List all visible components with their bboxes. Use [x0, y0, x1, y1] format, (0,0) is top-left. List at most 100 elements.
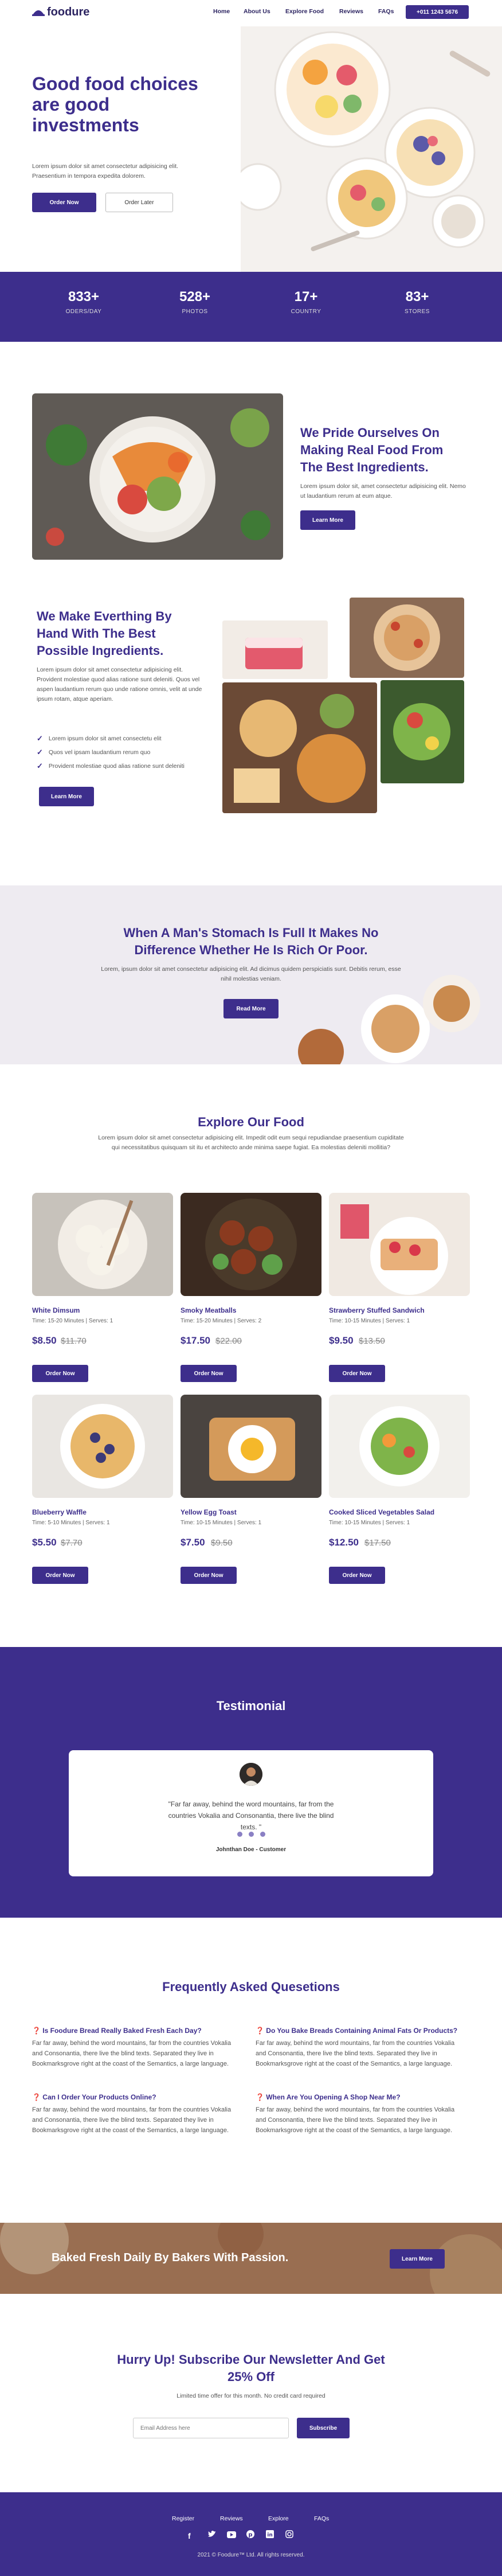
- nav-faqs[interactable]: FAQs: [378, 8, 394, 15]
- carousel-dot-3[interactable]: [249, 1832, 254, 1837]
- faq-question-2-text: Do You Bake Breads Containing Animal Fat…: [266, 2027, 458, 2035]
- subscribe-button[interactable]: Subscribe: [297, 2418, 350, 2438]
- food-oldprice-blueberry-waffle: $7.70: [61, 1538, 83, 1548]
- faq-answer-4: Far far away, behind the word mountains,…: [256, 2106, 455, 2134]
- check-item-3: ✓ Provident molestiae quod alias ratione …: [37, 762, 185, 771]
- pride-title-line3: The Best Ingredients.: [300, 460, 429, 474]
- site-header: foodure Home About Us Explore Food Revie…: [0, 0, 502, 26]
- check-label-2: Quos vel ipsam laudantium rerum quo: [48, 749, 151, 756]
- logo-icon[interactable]: [32, 7, 45, 19]
- food-price-blueberry-waffle: $5.50: [32, 1537, 57, 1548]
- banner-text: Baked Fresh Daily By Bakers With Passion…: [52, 2251, 289, 2264]
- food-price-yellow-egg-toast: $7.50: [181, 1537, 205, 1548]
- site-footer: Register Reviews Explore FAQs f p in 202…: [0, 2492, 502, 2576]
- faq-question-4[interactable]: ❓ When Are You Opening A Shop Near Me?: [256, 2093, 401, 2101]
- nav-home[interactable]: Home: [213, 8, 230, 15]
- carousel-dot-1[interactable]: [226, 1832, 231, 1837]
- avatar: [240, 1763, 262, 1786]
- copyright-text: 2021 © Foodure™ Ltd. All rights reserved…: [197, 2552, 305, 2558]
- faq-answer-3: Far far away, behind the word mountains,…: [32, 2106, 232, 2134]
- food-price-vegetable-salad: $12.50: [329, 1537, 359, 1548]
- carousel-dot-2[interactable]: [237, 1832, 242, 1837]
- hero-text: Lorem ipsum dolor sit amet consectetur a…: [32, 163, 179, 179]
- instagram-icon[interactable]: [285, 2530, 293, 2541]
- linkedin-icon[interactable]: in: [266, 2530, 274, 2541]
- footer-link-explore[interactable]: Explore: [268, 2515, 289, 2522]
- email-input[interactable]: [133, 2418, 289, 2438]
- twitter-icon[interactable]: [207, 2530, 217, 2541]
- footer-link-faqs[interactable]: FAQs: [314, 2515, 329, 2522]
- order-now-button-vegetable-salad[interactable]: Order Now: [329, 1567, 385, 1584]
- order-now-button-yellow-egg-toast[interactable]: Order Now: [181, 1567, 237, 1584]
- collage-image-3: [222, 682, 377, 813]
- hand-learn-more-button[interactable]: Learn More: [39, 787, 94, 806]
- pride-image: [32, 393, 283, 560]
- check-icon: ✓: [37, 734, 43, 743]
- order-now-button-blueberry-waffle[interactable]: Order Now: [32, 1567, 88, 1584]
- order-now-button[interactable]: Order Now: [32, 193, 96, 212]
- pride-title-line1: We Pride Ourselves On: [300, 426, 440, 440]
- order-now-button-white-dimsum[interactable]: Order Now: [32, 1365, 88, 1382]
- question-icon: ❓: [256, 2027, 264, 2035]
- order-later-button[interactable]: Order Later: [105, 193, 173, 212]
- faq-answer-1: Far far away, behind the word mountains,…: [32, 2040, 232, 2067]
- faq-title: Frequently Asked Quesetions: [162, 1980, 340, 1994]
- quote-read-more-button[interactable]: Read More: [223, 999, 279, 1018]
- faq-question-3[interactable]: ❓ Can I Order Your Products Online?: [32, 2093, 156, 2101]
- food-meta-yellow-egg-toast: Time: 10-15 Minutes | Serves: 1: [181, 1520, 262, 1526]
- food-meta-smoky-meatballs: Time: 15-20 Minutes | Serves: 2: [181, 1318, 262, 1324]
- collage-image-2: [350, 598, 464, 678]
- banner-learn-more-button[interactable]: Learn More: [390, 2249, 445, 2269]
- hand-title-line2: Hand With The Best: [37, 626, 156, 641]
- pride-learn-more-button[interactable]: Learn More: [300, 510, 355, 530]
- newsletter-subtitle: Limited time offer for this month. No cr…: [177, 2392, 325, 2399]
- food-price-strawberry-sandwich: $9.50: [329, 1335, 354, 1346]
- phone-button[interactable]: +011 1243 5676: [406, 5, 469, 19]
- hero-title: Good food choices are good investments: [32, 73, 227, 135]
- stat-stores-num: 83+: [405, 289, 429, 305]
- svg-text:p: p: [248, 2532, 252, 2538]
- food-oldprice-vegetable-salad: $17.50: [364, 1538, 391, 1548]
- nav-explore-food[interactable]: Explore Food: [285, 8, 324, 15]
- stat-photos-label: PHOTOS: [182, 309, 208, 315]
- order-now-button-smoky-meatballs[interactable]: Order Now: [181, 1365, 237, 1382]
- check-label-3: Provident molestiae quod alias ratione s…: [48, 763, 185, 770]
- check-label-1: Lorem ipsum dolor sit amet consectetu el…: [48, 735, 162, 742]
- testimonial-band: Testimonial "Far far away, behind the wo…: [0, 1647, 502, 1918]
- pinterest-icon[interactable]: p: [246, 2530, 254, 2541]
- carousel-dot-4[interactable]: [260, 1832, 265, 1837]
- check-icon: ✓: [37, 762, 43, 770]
- question-icon: ❓: [32, 2093, 41, 2101]
- newsletter-title: Hurry Up! Subscribe Our Newsletter And G…: [0, 2351, 502, 2386]
- testimonial-card: "Far far away, behind the word mountains…: [69, 1750, 433, 1876]
- stat-country-label: COUNTRY: [291, 309, 321, 315]
- check-icon: ✓: [37, 748, 43, 756]
- food-image-strawberry-sandwich: [329, 1193, 470, 1296]
- footer-link-reviews[interactable]: Reviews: [220, 2515, 243, 2522]
- food-image-blueberry-waffle: [32, 1395, 173, 1498]
- youtube-icon[interactable]: [227, 2531, 236, 2541]
- footer-link-register[interactable]: Register: [172, 2515, 194, 2522]
- bakery-banner: Baked Fresh Daily By Bakers With Passion…: [0, 2223, 502, 2294]
- food-image-dimsum: [32, 1193, 173, 1296]
- facebook-icon[interactable]: f: [188, 2531, 191, 2540]
- faq-question-2[interactable]: ❓ Do You Bake Breads Containing Animal F…: [256, 2027, 457, 2035]
- testimonial-author: Johnthan Doe - Customer: [215, 1847, 287, 1853]
- hero-food-image: [241, 26, 502, 272]
- order-now-button-strawberry-sandwich[interactable]: Order Now: [329, 1365, 385, 1382]
- explore-text: Lorem ipsum dolor sit amet consectetur a…: [98, 1134, 404, 1151]
- food-name-smoky-meatballs: Smoky Meatballs: [181, 1306, 237, 1314]
- hero-section: Good food choices are good investments L…: [0, 26, 502, 272]
- faq-question-1-text: Is Foodure Bread Really Baked Fresh Each…: [42, 2027, 202, 2035]
- faq-question-1[interactable]: ❓ Is Foodure Bread Really Baked Fresh Ea…: [32, 2027, 202, 2035]
- food-name-white-dimsum: White Dimsum: [32, 1306, 80, 1314]
- nav-about-us[interactable]: About Us: [244, 8, 270, 15]
- faq-question-3-text: Can I Order Your Products Online?: [42, 2093, 156, 2101]
- food-image-vegetable-salad: [329, 1395, 470, 1498]
- hero-title-line2: are good: [32, 94, 110, 115]
- faq-answer-2: Far far away, behind the word mountains,…: [256, 2040, 455, 2067]
- newsletter-title-line2: 25% Off: [228, 2370, 274, 2384]
- nav-reviews[interactable]: Reviews: [339, 8, 363, 15]
- quote-line1: When A Man's Stomach Is Full It Makes No: [123, 926, 379, 940]
- logo-text[interactable]: foodure: [47, 6, 89, 19]
